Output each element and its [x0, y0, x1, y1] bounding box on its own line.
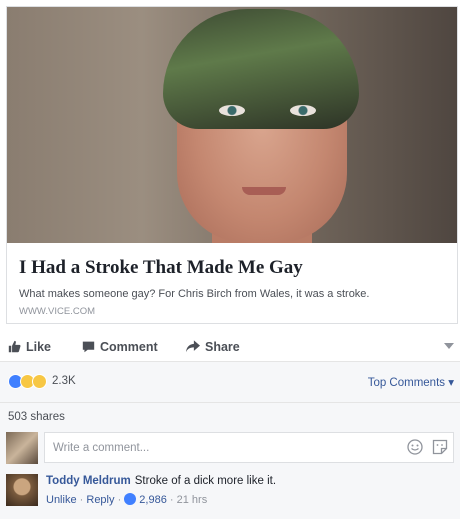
- emoji-icon[interactable]: [407, 439, 423, 455]
- comment: Toddy Meldrum Stroke of a dick more like …: [0, 468, 460, 519]
- wow-reaction-icon: [32, 374, 47, 389]
- meta-separator: ·: [169, 494, 177, 506]
- comment-body: Toddy Meldrum Stroke of a dick more like …: [46, 475, 276, 487]
- meta-separator: ·: [117, 494, 125, 506]
- share-button[interactable]: Share: [186, 340, 240, 354]
- comment-composer: [0, 428, 460, 468]
- photo-right-eye: [290, 105, 316, 116]
- link-preview[interactable]: I Had a Stroke That Made Me Gay What mak…: [6, 6, 458, 324]
- like-label: Like: [26, 340, 52, 354]
- shares-row: 503 shares: [0, 402, 460, 428]
- photo-left-eye: [219, 105, 245, 116]
- preview-headline[interactable]: I Had a Stroke That Made Me Gay: [19, 257, 303, 279]
- comment-text: Stroke of a dick more like it.: [134, 475, 277, 487]
- like-badge-icon: [124, 493, 137, 505]
- thumbs-up-icon: [8, 340, 21, 353]
- like-button[interactable]: Like: [8, 340, 51, 354]
- preview-image[interactable]: [7, 7, 457, 243]
- comment-button[interactable]: Comment: [82, 340, 158, 354]
- reactions-row: 2.3K Top Comments ▾: [0, 362, 460, 402]
- photo-hair: [163, 9, 359, 129]
- top-comments-label: Top Comments: [367, 377, 446, 389]
- commenter-avatar[interactable]: [6, 474, 38, 506]
- top-comments-dropdown[interactable]: Top Comments ▾: [368, 375, 454, 389]
- photo-mouth: [242, 187, 286, 195]
- share-arrow-icon: [186, 340, 200, 353]
- current-user-avatar[interactable]: [6, 432, 38, 464]
- sticker-icon[interactable]: [432, 439, 448, 455]
- comment-like-count[interactable]: 2,986: [139, 494, 167, 506]
- share-label: Share: [205, 340, 240, 354]
- comment-label: Comment: [100, 340, 158, 354]
- speech-bubble-icon: [82, 341, 95, 353]
- comment-author[interactable]: Toddy Meldrum: [46, 475, 131, 487]
- chevron-down-icon[interactable]: [444, 342, 454, 350]
- comment-timestamp[interactable]: 21 hrs: [177, 494, 208, 506]
- action-bar: Like Comment Share: [0, 334, 460, 362]
- unlike-link[interactable]: Unlike: [46, 494, 77, 506]
- comment-input[interactable]: [44, 432, 454, 463]
- post-card: I Had a Stroke That Made Me Gay What mak…: [0, 0, 460, 519]
- preview-domain: WWW.VICE.COM: [19, 306, 95, 317]
- preview-description: What makes someone gay? For Chris Birch …: [19, 288, 370, 300]
- reply-link[interactable]: Reply: [86, 494, 114, 506]
- shares-count[interactable]: 503 shares: [8, 411, 65, 423]
- comment-meta: Unlike · Reply · 2,986 · 21 hrs: [46, 493, 207, 506]
- reaction-count[interactable]: 2.3K: [52, 375, 76, 387]
